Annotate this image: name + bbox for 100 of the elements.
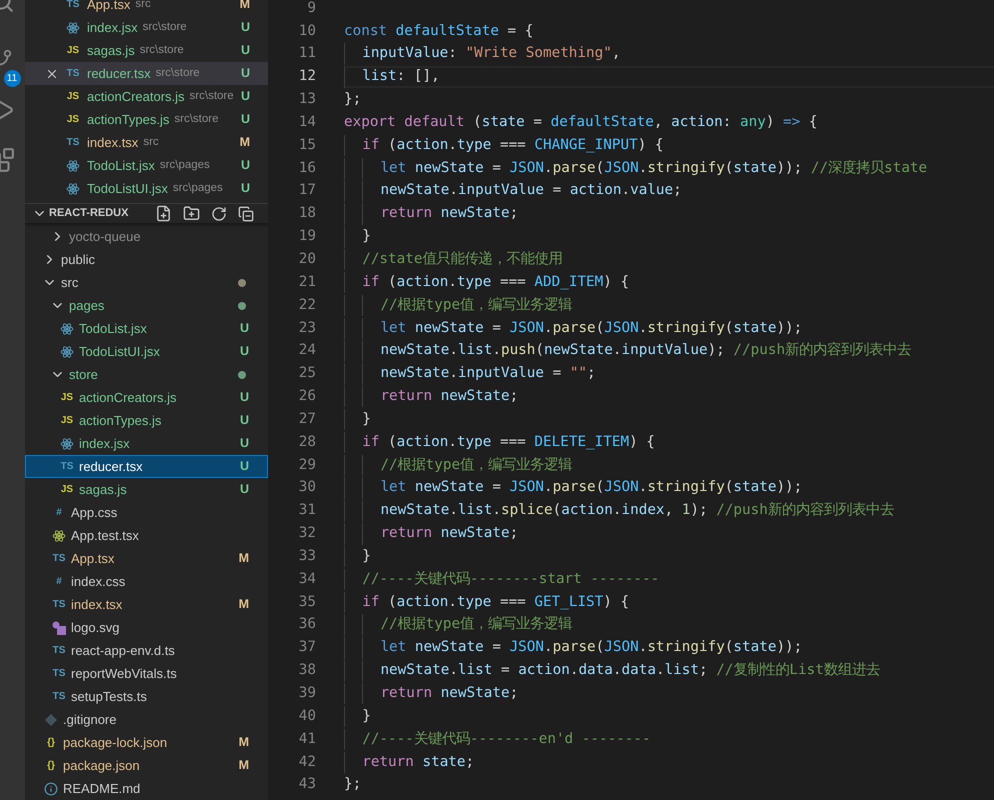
line-number: 30 xyxy=(298,478,316,498)
line-number: 9 xyxy=(306,0,316,18)
file-item[interactable]: JS actionTypes.js U xyxy=(25,409,268,432)
open-editor-item[interactable]: TS reducer.tsx src\store U xyxy=(25,62,268,85)
code-line: if (action.type === GET_LIST) { xyxy=(344,592,630,614)
folder-name: pages xyxy=(69,296,104,315)
folder-item[interactable]: public xyxy=(25,248,268,271)
file-item[interactable]: index.jsx U xyxy=(25,432,268,455)
file-type-icon: TS xyxy=(65,68,81,78)
file-name: package-lock.json xyxy=(63,734,168,752)
file-path: src\store xyxy=(190,88,234,104)
file-item[interactable]: logo.svg xyxy=(25,616,268,639)
code-line: if (action.type === CHANGE_INPUT) { xyxy=(344,134,664,156)
line-number: 14 xyxy=(298,112,316,132)
file-path: src\pages xyxy=(160,158,210,173)
git-status: U xyxy=(240,412,249,430)
file-item[interactable]: App.test.tsx xyxy=(25,524,268,547)
file-item[interactable]: TS setupTests.ts xyxy=(25,685,268,708)
git-status: U xyxy=(240,111,250,128)
folder-item[interactable]: src xyxy=(25,271,268,294)
code-line: } xyxy=(344,546,371,568)
file-type-icon: JS xyxy=(65,114,81,124)
collapse-icon[interactable] xyxy=(238,206,254,222)
git-status: U xyxy=(240,42,250,60)
file-path: src\pages xyxy=(172,180,223,196)
folder-item[interactable]: pages xyxy=(25,294,268,317)
code-line: newState.inputValue = action.value; xyxy=(344,180,682,202)
code-line: } xyxy=(344,226,371,248)
code-line: return newState; xyxy=(344,203,518,225)
line-number: 36 xyxy=(298,615,316,634)
line-number: 41 xyxy=(298,730,316,749)
new-file-icon[interactable] xyxy=(155,205,172,222)
file-item[interactable]: JS sagas.js U xyxy=(25,478,268,501)
file-item[interactable]: TS react-app-env.d.ts xyxy=(25,639,268,662)
file-path: src\store xyxy=(142,20,187,35)
open-editor-item[interactable]: TS index.tsx src M xyxy=(25,131,268,154)
folder-item[interactable]: yocto-queue xyxy=(25,225,268,248)
line-number: 18 xyxy=(298,204,316,224)
code-line: newState.list = action.data.data.list; //复制性的List数组进去 xyxy=(344,660,880,682)
file-item[interactable]: README.md xyxy=(25,777,268,800)
open-editor-item[interactable]: index.jsx src\store U xyxy=(25,16,268,39)
line-number: 33 xyxy=(298,546,316,566)
file-item[interactable]: {} package-lock.json M xyxy=(25,731,268,754)
line-number: 15 xyxy=(298,136,316,155)
git-status: U xyxy=(240,343,249,360)
file-path: src xyxy=(143,134,159,150)
explorer-header[interactable]: REACT-REDUX xyxy=(25,204,268,223)
file-item[interactable]: {} package.json M xyxy=(25,754,268,777)
open-editor-item[interactable]: TodoList.jsx src\pages U xyxy=(25,154,268,177)
file-type-icon: TS xyxy=(65,138,81,148)
line-number: 43 xyxy=(298,775,316,794)
file-item[interactable]: TodoList.jsx U xyxy=(25,317,268,340)
file-path: src xyxy=(135,0,151,12)
code-line: let newState = JSON.parse(JSON.stringify(state)); xyxy=(344,318,802,339)
file-item[interactable]: # index.css xyxy=(25,570,268,593)
file-item[interactable]: # App.css xyxy=(25,501,268,524)
code-line: //根据type值，编写业务逻辑 xyxy=(344,294,572,316)
file-type-icon: {} xyxy=(43,738,59,748)
code-line: if (action.type === ADD_ITEM) { xyxy=(344,272,630,294)
line-number: 20 xyxy=(298,250,316,269)
code-line: //----关键代码--------start -------- xyxy=(344,568,660,590)
line-number: 39 xyxy=(298,684,316,704)
open-editor-item[interactable]: JS actionCreators.js src\store U xyxy=(25,85,268,108)
line-number: 12 xyxy=(298,67,316,86)
file-item[interactable]: TodoListUI.jsx U xyxy=(25,340,268,363)
line-number: 27 xyxy=(298,410,316,429)
file-item[interactable]: JS actionCreators.js U xyxy=(25,386,268,409)
open-editor-item[interactable]: JS actionTypes.js src\store U xyxy=(25,108,268,131)
file-item[interactable]: TS reducer.tsx U xyxy=(25,455,268,478)
file-path: src\store xyxy=(156,66,200,81)
git-status: U xyxy=(240,88,250,106)
folder-item[interactable]: store xyxy=(25,363,268,386)
file-name: react-app-env.d.ts xyxy=(71,642,175,660)
new-folder-icon[interactable] xyxy=(183,205,200,222)
git-status: U xyxy=(240,65,250,82)
code-line: return newState; xyxy=(344,386,518,408)
git-status: M xyxy=(238,596,249,614)
file-name: actionCreators.js xyxy=(79,388,177,407)
file-name: App.tsx xyxy=(71,550,114,568)
file-name: TodoList.jsx xyxy=(87,156,155,175)
open-editor-item[interactable]: JS sagas.js src\store U xyxy=(25,39,268,62)
file-name: logo.svg xyxy=(71,618,120,637)
file-type-icon: TS xyxy=(59,462,75,472)
file-name: actionCreators.js xyxy=(87,88,185,106)
refresh-icon[interactable] xyxy=(211,206,227,222)
file-name: index.css xyxy=(71,572,126,591)
file-type-icon: # xyxy=(51,576,67,586)
code-line: //根据type值，编写业务逻辑 xyxy=(344,614,572,636)
file-item[interactable]: TS reportWebVitals.ts xyxy=(25,662,268,685)
code-line: //state值只能传递，不能使用 xyxy=(344,248,562,270)
file-item[interactable]: .gitignore xyxy=(25,708,268,731)
file-item[interactable]: TS App.tsx M xyxy=(25,547,268,570)
explorer-title: REACT-REDUX xyxy=(49,206,128,222)
line-number: 32 xyxy=(298,524,316,544)
file-name: README.md xyxy=(63,780,140,798)
folder-name: public xyxy=(61,250,95,269)
git-status: M xyxy=(238,550,249,568)
open-editor-item[interactable]: TodoListUI.jsx src\pages U xyxy=(25,177,268,200)
file-type-icon: # xyxy=(51,508,67,518)
file-item[interactable]: TS index.tsx M xyxy=(25,593,268,616)
